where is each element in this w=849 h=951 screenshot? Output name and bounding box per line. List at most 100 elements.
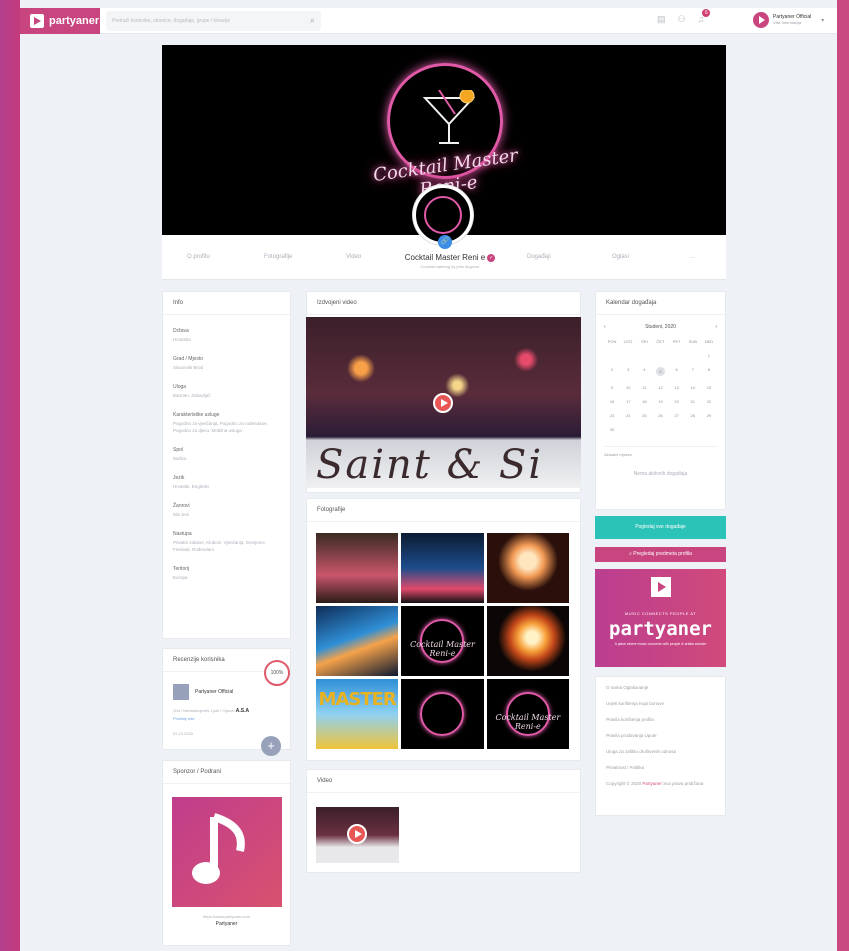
calendar-day[interactable]: 30 (604, 427, 620, 432)
calendar-day[interactable]: 27 (669, 413, 685, 418)
music-note-icon (192, 813, 245, 884)
calendar-day[interactable]: 6 (669, 367, 685, 376)
tab-more[interactable]: ... (690, 254, 695, 260)
notification-badge: 6 (702, 9, 711, 17)
photo-thumbnail[interactable] (316, 533, 399, 603)
photo-thumbnail[interactable] (401, 533, 484, 603)
calendar-day[interactable]: 4 (636, 367, 652, 376)
footer-link-row: Uloga za zaštitu društvenih odnosa (606, 749, 715, 754)
review-text: Vrlo i Nenadomjestiv Ljudi i Cijena! A.S… (173, 708, 250, 714)
calendar-day[interactable]: 25 (636, 413, 652, 418)
photo-thumbnail[interactable]: Cocktail Master Reni-e (486, 679, 569, 749)
info-country: Država Hrvatska (173, 328, 191, 342)
calendar-day[interactable]: 18 (636, 399, 652, 404)
footer-link[interactable]: Pravila korištenja profila (606, 717, 654, 722)
calendar-day[interactable]: 13 (669, 385, 685, 390)
photo-thumbnail[interactable] (486, 533, 569, 603)
calendar-day[interactable]: 7 (685, 367, 701, 376)
read-more-link[interactable]: Pročitaj više (163, 714, 290, 721)
calendar-title: Kalendar događaja (596, 292, 725, 315)
add-review-button[interactable]: + (261, 736, 281, 756)
calendar-day[interactable]: 12 (652, 385, 668, 390)
photo-thumbnail[interactable] (316, 606, 399, 676)
footer-link[interactable]: Uvjeti korištenja (606, 701, 638, 706)
next-month-button[interactable]: › (715, 324, 717, 330)
calendar: ‹ Studeni, 2020 › PON UTO SRI ČET PET SUB NED … (596, 324, 725, 477)
calendar-day[interactable]: 1 (701, 353, 717, 358)
photo-thumbnail[interactable] (401, 679, 484, 749)
video-banner-text: Saint & Si (316, 442, 544, 488)
messages-icon[interactable]: ▤ (657, 14, 666, 25)
calendar-day[interactable]: 8 (701, 367, 717, 376)
calendar-day[interactable]: 17 (620, 399, 636, 404)
footer-link[interactable]: O nama (606, 685, 622, 690)
search-input[interactable]: Pretraži korisnike, stranice, događaje, … (106, 10, 321, 31)
friends-icon[interactable]: ⚇ (678, 14, 686, 25)
sponsor-url[interactable]: https://www.partyaner.com (163, 914, 290, 919)
calendar-day[interactable]: 22 (701, 399, 717, 404)
footer-link[interactable]: Kupi bonove (639, 701, 664, 706)
info-city: Grad / Mjesto Slavonski Brod (173, 356, 204, 370)
copyright-brand-link[interactable]: Partyaner (642, 781, 662, 786)
photo-thumbnail[interactable] (486, 606, 569, 676)
review-avatar (173, 684, 189, 700)
notifications-icon[interactable]: ♫ 6 (698, 9, 711, 25)
tab-ads[interactable]: Oglasi (612, 254, 629, 260)
footer-link[interactable]: Pravila prodavanja (606, 733, 643, 738)
calendar-day[interactable]: 19 (652, 399, 668, 404)
current-month-link[interactable]: Aktualni mjesec (604, 446, 717, 457)
calendar-day[interactable]: 2 (604, 367, 620, 376)
footer-link[interactable]: Upute (645, 733, 657, 738)
profile-avatar[interactable]: 🔗 (413, 185, 473, 249)
play-logo-icon (30, 13, 44, 28)
featured-video-player[interactable]: Saint & Si (306, 317, 581, 488)
featured-video-title: Izdvojeni video (307, 292, 580, 315)
verified-icon: ✓ (487, 253, 496, 262)
calendar-day[interactable]: 9 (604, 385, 620, 390)
calendar-day[interactable]: 23 (604, 413, 620, 418)
footer-link[interactable]: Uloga za zaštitu društvenih odnosa (606, 749, 676, 754)
sponsor-title: Sponzor / Podrani (163, 761, 290, 784)
search-icon[interactable]: ⌕ (310, 15, 315, 26)
tab-photos[interactable]: Fotografije (264, 254, 292, 260)
photo-thumbnail[interactable]: MASTER (316, 679, 399, 749)
promo-banner[interactable]: MUSIC CONNECTS PEOPLE AT partyaner A pla… (595, 569, 726, 667)
calendar-day[interactable]: 28 (685, 413, 701, 418)
calendar-day[interactable]: 26 (652, 413, 668, 418)
master-poster-text: MASTER (318, 689, 397, 710)
calendar-day[interactable]: 3 (620, 367, 636, 376)
footer-link[interactable]: Privatnost i Politika (606, 765, 644, 770)
chevron-down-icon[interactable]: ▾ (821, 17, 824, 24)
tab-video[interactable]: Video (346, 254, 361, 260)
profile-name-block: Cocktail Master Reni e ✓ Cocktail caterin… (390, 253, 510, 269)
view-all-events-button[interactable]: Pogledaj sve događaje (595, 516, 726, 539)
calendar-day[interactable]: 14 (685, 385, 701, 390)
prev-month-button[interactable]: ‹ (604, 324, 606, 330)
calendar-day[interactable]: 24 (620, 413, 636, 418)
tab-events[interactable]: Događaji (527, 254, 551, 260)
calendar-day[interactable]: 29 (701, 413, 717, 418)
sponsor-image[interactable] (172, 797, 282, 907)
calendar-day[interactable]: 10 (620, 385, 636, 390)
calendar-day[interactable]: 16 (604, 399, 620, 404)
calendar-day[interactable]: 15 (701, 385, 717, 390)
calendar-day-selected[interactable]: 5 (655, 367, 665, 376)
tab-about[interactable]: O profilu (187, 254, 210, 260)
link-icon[interactable]: 🔗 (438, 235, 452, 249)
promo-tagline: MUSIC CONNECTS PEOPLE AT (624, 611, 697, 616)
brand-logo[interactable]: partyaner (20, 7, 100, 34)
footer-link[interactable]: Oglašavanje (623, 685, 648, 690)
play-icon[interactable] (433, 393, 453, 413)
user-menu[interactable]: Partyaner Official Više informacija ▾ (753, 12, 824, 28)
calendar-header: ‹ Studeni, 2020 › (604, 324, 717, 330)
calendar-week: 23 24 25 26 27 28 29 (604, 413, 717, 418)
calendar-day[interactable]: 20 (669, 399, 685, 404)
photo-thumbnail[interactable]: Cocktail Master Reni-e (401, 606, 484, 676)
video-thumbnail[interactable] (316, 807, 399, 863)
topbar-icons: ▤ ⚇ ♫ 6 (657, 9, 711, 25)
play-icon[interactable] (347, 824, 367, 844)
report-profile-button[interactable]: ⌕ Pregledaj predmeta profila (595, 547, 726, 562)
calendar-day[interactable]: 21 (685, 399, 701, 404)
info-features: Karakteristike usluge Pogodno za vjenčanj… (173, 412, 268, 433)
calendar-day[interactable]: 11 (636, 385, 652, 390)
